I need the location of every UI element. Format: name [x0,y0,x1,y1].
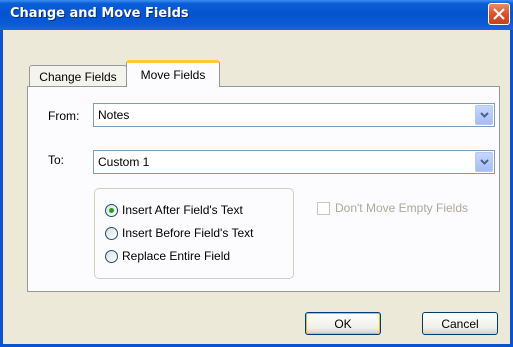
dialog-window: Change and Move Fields Change Fields Mov… [0,0,513,347]
to-dropdown-button[interactable] [475,152,493,172]
tab-move-fields[interactable]: Move Fields [126,60,220,87]
window-border-left [0,30,3,347]
from-label: From: [48,109,80,123]
from-select[interactable]: Notes [93,103,495,127]
to-select-value: Custom 1 [98,155,150,169]
to-select[interactable]: Custom 1 [93,150,495,174]
radio-button[interactable] [105,203,118,217]
from-select-value: Notes [98,108,130,122]
radio-insert-after[interactable]: Insert After Field's Text [105,202,243,218]
radio-selected-dot [109,207,114,213]
cancel-button[interactable]: Cancel [422,312,498,335]
checkbox-box[interactable] [317,201,330,215]
close-button[interactable] [488,3,510,25]
radio-label: Replace Entire Field [122,249,231,263]
radio-replace-field[interactable]: Replace Entire Field [105,248,230,264]
from-dropdown-button[interactable] [475,105,493,125]
radio-label: Insert Before Field's Text [122,226,254,240]
chevron-down-icon [480,159,489,165]
dialog-title: Change and Move Fields [10,6,189,21]
chevron-down-icon [480,112,489,118]
ok-button[interactable]: OK [305,312,381,335]
close-icon [493,8,505,20]
radio-insert-before[interactable]: Insert Before Field's Text [105,225,253,241]
dont-move-empty-checkbox[interactable]: Don't Move Empty Fields [317,201,468,215]
radio-label: Insert After Field's Text [122,203,243,217]
tab-change-fields[interactable]: Change Fields [29,65,127,87]
title-bar[interactable]: Change and Move Fields [0,0,513,30]
to-label: To: [48,153,65,167]
radio-button[interactable] [105,249,118,263]
radio-button[interactable] [105,226,118,240]
checkbox-label: Don't Move Empty Fields [335,201,469,215]
